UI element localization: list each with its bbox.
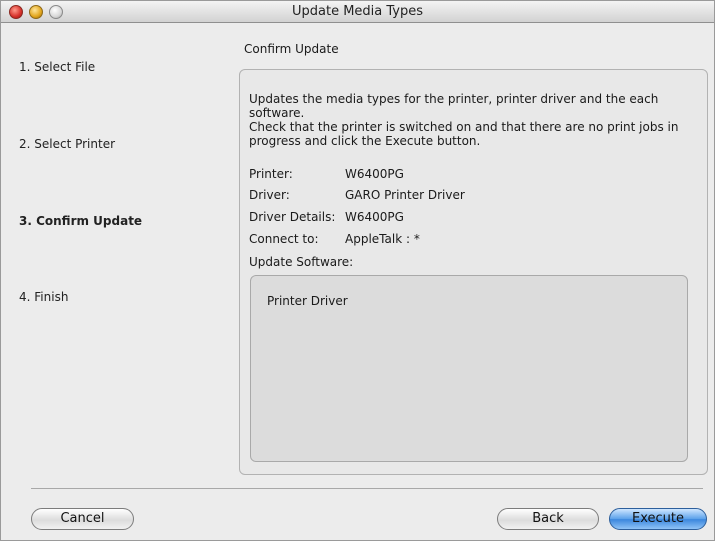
driver-label: Driver: [249, 188, 290, 202]
dialog-window: Update Media Types 1. Select File 2. Sel… [0, 0, 715, 541]
driver-details-value: W6400PG [345, 210, 404, 224]
list-item: Printer Driver [267, 294, 348, 308]
section-title: Confirm Update [244, 42, 339, 56]
window-title: Update Media Types [291, 4, 424, 19]
step-select-printer: 2. Select Printer [19, 137, 116, 151]
cancel-button[interactable]: Cancel [31, 508, 134, 530]
driver-details-label: Driver Details: [249, 210, 336, 224]
confirm-panel: Updates the media types for the printer,… [239, 69, 708, 475]
back-button[interactable]: Back [497, 508, 599, 530]
connect-to-value: AppleTalk : * [345, 232, 420, 246]
divider [31, 488, 703, 489]
execute-button[interactable]: Execute [609, 508, 707, 530]
printer-value: W6400PG [345, 167, 404, 181]
description-line-1: Updates the media types for the printer,… [249, 92, 659, 120]
title-bar: Update Media Types [1, 1, 714, 23]
update-software-label: Update Software: [249, 255, 354, 269]
step-finish: 4. Finish [19, 290, 69, 304]
description-line-2: Check that the printer is switched on an… [249, 120, 679, 148]
driver-value: GARO Printer Driver [345, 188, 465, 202]
step-select-file: 1. Select File [19, 60, 96, 74]
step-confirm-update: 3. Confirm Update [19, 214, 143, 228]
description: Updates the media types for the printer,… [249, 92, 701, 148]
printer-label: Printer: [249, 167, 293, 181]
update-software-list: Printer Driver [250, 275, 688, 462]
connect-to-label: Connect to: [249, 232, 319, 246]
